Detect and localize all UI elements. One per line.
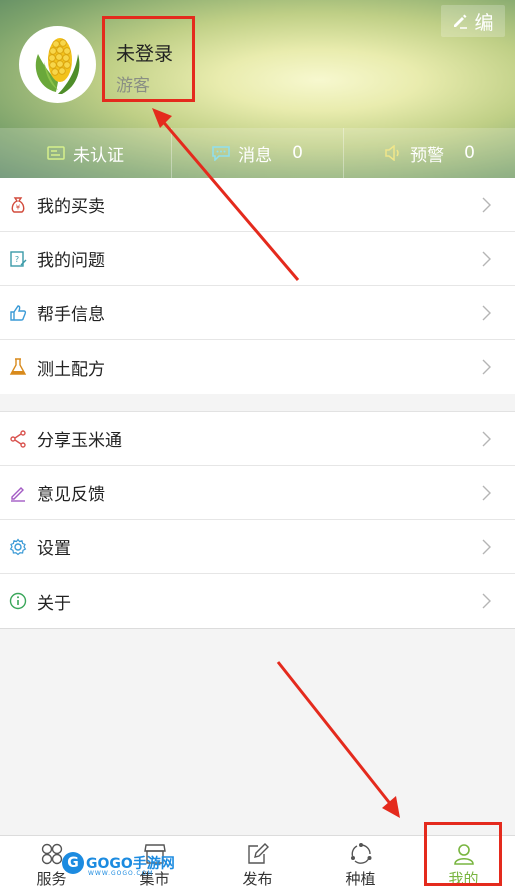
- stat-label: 消息: [238, 145, 273, 166]
- share-icon: [8, 429, 28, 449]
- tab-planting[interactable]: 种植: [309, 836, 412, 889]
- cycle-icon: [350, 843, 371, 864]
- menu-item-share[interactable]: 分享玉米通: [0, 412, 515, 466]
- menu-label: 意见反馈: [37, 485, 105, 505]
- menu-item-my-trades[interactable]: ¥ 我的买卖: [0, 178, 515, 232]
- tab-publish[interactable]: 发布: [206, 836, 309, 889]
- tab-label: 种植: [345, 870, 376, 888]
- corn-icon: [35, 37, 79, 94]
- stat-count: 0: [292, 143, 303, 163]
- grid-icon: [41, 843, 62, 865]
- pen-icon: [8, 483, 28, 503]
- info-icon: [8, 591, 28, 611]
- stat-label: 未认证: [73, 145, 124, 166]
- menu-item-my-questions[interactable]: ? 我的问题: [0, 232, 515, 286]
- thumbs-up-icon: [8, 303, 28, 323]
- menu-item-settings[interactable]: 设置: [0, 520, 515, 574]
- svg-text:?: ?: [15, 255, 19, 264]
- annotation-box-user: [102, 16, 195, 102]
- watermark: G GOGO手游网 WWW.GOGO.COM: [62, 852, 175, 877]
- avatar[interactable]: [19, 26, 96, 103]
- edit-button[interactable]: 编: [441, 5, 505, 37]
- chevron-right-icon: [482, 359, 491, 375]
- stat-certification[interactable]: 未认证: [0, 128, 171, 178]
- chevron-right-icon: [482, 251, 491, 267]
- chevron-right-icon: [482, 197, 491, 213]
- chevron-right-icon: [482, 431, 491, 447]
- id-card-icon: [47, 146, 65, 160]
- stat-bar: 未认证 消息 0 预警 0: [0, 128, 515, 178]
- money-bag-icon: ¥: [8, 195, 28, 215]
- arrow-head-mine: [382, 796, 400, 818]
- watermark-logo-icon: G: [62, 852, 84, 874]
- menu-label: 帮手信息: [37, 305, 105, 325]
- question-doc-icon: ?: [8, 249, 28, 269]
- menu-label: 关于: [37, 593, 71, 614]
- flask-icon: [8, 357, 28, 377]
- stat-warnings[interactable]: 预警 0: [343, 128, 515, 178]
- chevron-right-icon: [482, 305, 491, 321]
- menu-label: 我的问题: [37, 251, 105, 271]
- menu-label: 设置: [37, 539, 71, 559]
- stat-messages[interactable]: 消息 0: [171, 128, 343, 178]
- chevron-right-icon: [482, 539, 491, 555]
- arrow-to-mine: [276, 661, 394, 807]
- edit-label: 编: [474, 11, 494, 34]
- menu-group-general: 分享玉米通 意见反馈 设置 关于: [0, 411, 515, 629]
- stat-label: 预警: [410, 145, 445, 166]
- menu-item-soil-testing[interactable]: 测土配方: [0, 340, 515, 394]
- menu-label: 分享玉米通: [37, 431, 122, 451]
- message-icon: [212, 146, 230, 161]
- menu-label: 我的买卖: [37, 197, 105, 217]
- menu-label: 测土配方: [37, 359, 105, 380]
- speaker-icon: [385, 145, 399, 161]
- pencil-icon: [454, 14, 468, 29]
- annotation-box-mine: [424, 822, 502, 886]
- tab-label: 发布: [242, 870, 273, 888]
- watermark-url: WWW.GOGO.COM: [88, 870, 154, 877]
- edit-icon: [247, 843, 269, 864]
- chevron-right-icon: [482, 485, 491, 501]
- menu-item-about[interactable]: 关于: [0, 574, 515, 628]
- menu-item-helper-info[interactable]: 帮手信息: [0, 286, 515, 340]
- profile-header: 编 未登录 游客 未认证 消息 0 预警 0: [0, 0, 515, 178]
- stat-count: 0: [464, 143, 475, 163]
- gear-icon: [8, 537, 28, 557]
- menu-item-feedback[interactable]: 意见反馈: [0, 466, 515, 520]
- chevron-right-icon: [482, 593, 491, 609]
- menu-group-account: ¥ 我的买卖 ? 我的问题 帮手信息 测土配方: [0, 178, 515, 394]
- svg-text:¥: ¥: [16, 203, 21, 211]
